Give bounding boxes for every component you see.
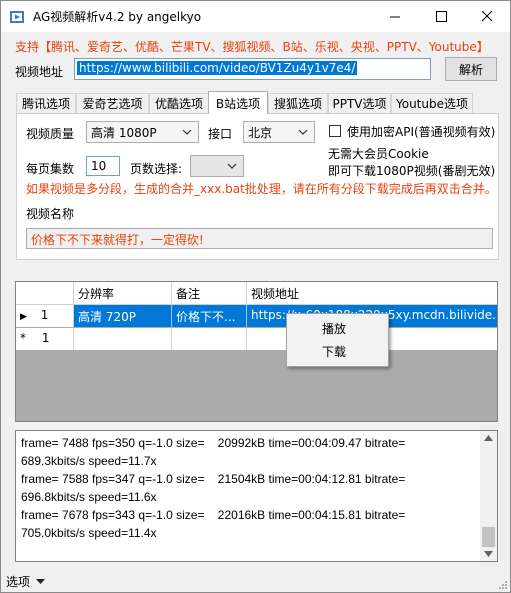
scrollbar-thumb[interactable] — [482, 527, 495, 547]
cookie-note-line2: 即可下载1080P视频(番剧无效) — [328, 164, 496, 178]
close-icon — [481, 11, 492, 22]
row-index: 1 — [40, 308, 49, 322]
multi-segment-note: 如果视频是多分段，生成的合并_xxx.bat批处理，请在所有分段下载完成后再双击… — [26, 182, 497, 196]
table-row-new[interactable]: * 1 — [16, 328, 497, 350]
video-grid[interactable]: 分辨率 备注 视频地址 ▶ 1 高清 720P 价格下不... https://… — [15, 281, 498, 422]
per-page-input[interactable]: 10 — [86, 156, 120, 176]
row-index: 1 — [41, 331, 50, 345]
options-label: 选项 — [6, 575, 31, 589]
table-row[interactable]: ▶ 1 高清 720P 价格下不... https://x-60x188x229… — [16, 305, 497, 327]
maximize-button[interactable] — [418, 1, 464, 32]
page-select-label: 页数选择: — [130, 162, 183, 176]
video-name-value: 价格下不下来就得打，一定得砍! — [31, 233, 204, 247]
column-header-resolution[interactable]: 分辨率 — [74, 282, 172, 304]
cell-note[interactable] — [172, 328, 247, 350]
scroll-up-icon[interactable] — [484, 435, 493, 441]
grid-header: 分辨率 备注 视频地址 — [16, 282, 497, 305]
url-input-value: https://www.bilibili.com/video/BV1Zu4y1v… — [77, 61, 358, 75]
api-select-value: 北京 — [248, 125, 273, 140]
quality-label: 视频质量 — [26, 127, 75, 141]
url-input[interactable]: https://www.bilibili.com/video/BV1Zu4y1v… — [74, 58, 431, 80]
encrypt-api-checkbox[interactable] — [329, 125, 341, 137]
cell-resolution[interactable]: 高清 720P — [74, 305, 172, 327]
close-button[interactable] — [464, 1, 510, 32]
row-header[interactable]: * 1 — [16, 328, 74, 350]
tab-youku[interactable]: 优酷选项 — [149, 93, 209, 113]
log-line: 696.8kbits/s speed=11.6x — [21, 490, 157, 504]
quality-select-value: 高清 1080P — [91, 125, 157, 140]
chevron-down-icon — [227, 163, 237, 169]
window-title: AG视频解析v4.2 by angelkyo — [33, 10, 202, 24]
api-select[interactable]: 北京 — [243, 121, 315, 143]
column-header-note[interactable]: 备注 — [172, 282, 247, 304]
tab-youtube[interactable]: Youtube选项 — [391, 93, 473, 113]
scroll-down-icon[interactable] — [484, 551, 493, 557]
resize-grip-icon[interactable] — [498, 580, 508, 590]
parse-button[interactable]: 解析 — [445, 57, 497, 81]
column-header-url[interactable]: 视频地址 — [247, 282, 497, 304]
chevron-down-icon — [182, 129, 192, 135]
video-name-field[interactable]: 价格下不下来就得打，一定得砍! — [26, 228, 493, 249]
options-menu[interactable]: 选项 — [6, 573, 46, 590]
row-header[interactable]: ▶ 1 — [16, 305, 74, 327]
log-line: 705.0kbits/s speed=11.4x — [21, 526, 157, 540]
menu-item-play[interactable]: 播放 — [287, 317, 386, 339]
log-line: 689.3kbits/s speed=11.7x — [21, 454, 157, 468]
video-name-label: 视频名称 — [26, 207, 75, 221]
minimize-icon — [389, 16, 400, 18]
cell-resolution[interactable] — [74, 328, 172, 350]
dropdown-arrow-icon — [36, 578, 46, 584]
log-line: frame= 7678 fps=343 q=-1.0 size= 22016kB… — [21, 508, 406, 522]
new-row-marker-icon: * — [20, 331, 26, 345]
title-bar[interactable]: AG视频解析v4.2 by angelkyo — [1, 1, 510, 32]
log-line: frame= 7588 fps=347 q=-1.0 size= 21504kB… — [21, 472, 406, 486]
api-label: 接口 — [208, 127, 233, 141]
log-line: frame= 7488 fps=350 q=-1.0 size= 20992kB… — [21, 436, 406, 450]
supported-sites-text: 支持【腾讯、爱奇艺、优酷、芒果TV、搜狐视频、B站、乐视、央视、PPTV、You… — [15, 40, 489, 54]
log-scrollbar[interactable] — [480, 431, 497, 561]
cell-note[interactable]: 价格下不... — [172, 305, 247, 327]
tab-iqiyi[interactable]: 爱奇艺选项 — [76, 93, 149, 113]
quality-select[interactable]: 高清 1080P — [86, 121, 199, 143]
log-output[interactable]: frame= 7488 fps=350 q=-1.0 size= 20992kB… — [15, 430, 498, 562]
grid-header-rowhead — [16, 282, 74, 304]
encrypt-api-label[interactable]: 使用加密API(普通视频有效) — [347, 123, 495, 140]
bilibili-options-panel: 视频质量 高清 1080P 接口 北京 使用加密API(普通视频有效) 每页集数… — [16, 113, 499, 260]
app-icon — [10, 10, 24, 23]
minimize-button[interactable] — [372, 1, 418, 32]
chevron-down-icon — [298, 129, 308, 135]
tab-pptv[interactable]: PPTV选项 — [328, 93, 391, 113]
tab-bilibili[interactable]: B站选项 — [208, 91, 268, 114]
menu-item-download[interactable]: 下载 — [287, 340, 386, 362]
tab-tencent[interactable]: 腾讯选项 — [16, 93, 76, 113]
page-select[interactable] — [190, 155, 244, 177]
current-row-marker-icon: ▶ — [20, 312, 27, 322]
app-window: AG视频解析v4.2 by angelkyo 支持【腾讯、爱奇艺、优酷、芒果TV… — [0, 0, 511, 593]
per-page-label: 每页集数 — [26, 162, 75, 176]
cookie-note-line1: 无需大会员Cookie — [328, 147, 429, 161]
tab-sohu[interactable]: 搜狐选项 — [268, 93, 328, 113]
maximize-icon — [435, 11, 447, 22]
url-label: 视频地址 — [15, 65, 64, 79]
context-menu: 播放 下载 — [286, 313, 389, 367]
